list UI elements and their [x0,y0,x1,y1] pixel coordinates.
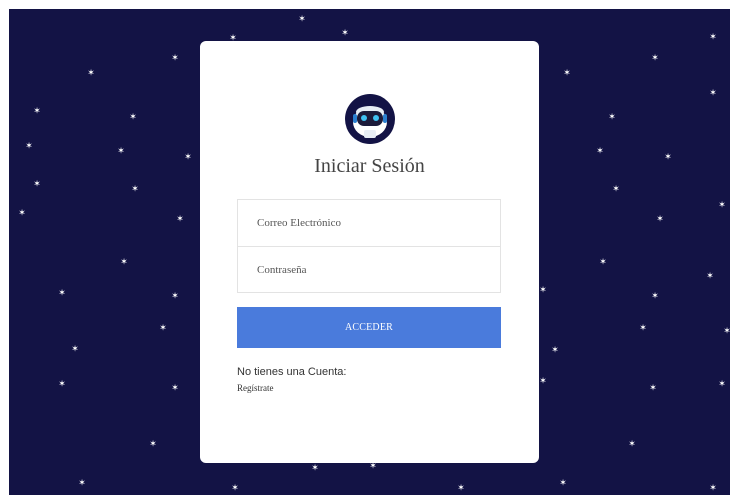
star-icon: ✶ [709,32,717,43]
star-icon: ✶ [608,112,616,123]
star-icon: ✶ [369,461,377,472]
star-icon: ✶ [706,271,714,282]
star-icon: ✶ [596,146,604,157]
page: ✶ ✶ ✶ ✶ ✶ ✶ ✶ ✶ ✶ ✶ ✶ ✶ ✶ ✶ ✶ ✶ ✶ ✶ ✶ ✶ ✶ ✶ ✶ ✶ ✶ ✶ ✶ ✶ ✶ ✶ ✶ ✶ ✶ ✶ ✶ ✶ ✶ ✶ ✶ ✶… [0,0,730,495]
star-icon: ✶ [651,291,659,302]
star-icon: ✶ [171,383,179,394]
star-icon: ✶ [457,483,465,494]
password-field-wrapper [238,246,500,292]
star-icon: ✶ [117,146,125,157]
star-icon: ✶ [612,184,620,195]
star-icon: ✶ [184,152,192,163]
star-icon: ✶ [311,463,319,474]
star-icon: ✶ [18,208,26,219]
star-icon: ✶ [563,68,571,79]
star-icon: ✶ [87,68,95,79]
star-icon: ✶ [58,288,66,299]
star-icon: ✶ [159,323,167,334]
no-account-text: No tienes una Cuenta: [237,366,347,378]
page-title: Iniciar Sesión [314,155,425,177]
star-icon: ✶ [559,478,567,489]
star-icon: ✶ [33,179,41,190]
password-field[interactable] [238,247,500,292]
star-icon: ✶ [649,383,657,394]
star-icon: ✶ [71,344,79,355]
login-form-fields [237,199,501,293]
star-icon: ✶ [25,141,33,152]
star-icon: ✶ [171,53,179,64]
star-icon: ✶ [33,106,41,117]
star-icon: ✶ [639,323,647,334]
star-icon: ✶ [723,326,730,337]
login-button[interactable]: ACCEDER [237,307,501,348]
star-icon: ✶ [656,214,664,225]
star-icon: ✶ [709,88,717,99]
email-field[interactable] [238,200,500,246]
star-icon: ✶ [231,483,239,494]
star-icon: ✶ [131,184,139,195]
star-icon: ✶ [718,200,726,211]
star-icon: ✶ [176,214,184,225]
star-icon: ✶ [298,14,306,25]
star-icon: ✶ [651,53,659,64]
register-link[interactable]: Regístrate [237,383,274,393]
star-icon: ✶ [709,483,717,494]
star-icon: ✶ [539,376,547,387]
email-field-wrapper [238,200,500,246]
star-icon: ✶ [539,285,547,296]
star-icon: ✶ [551,345,559,356]
star-icon: ✶ [171,291,179,302]
star-icon: ✶ [78,478,86,489]
star-icon: ✶ [58,379,66,390]
star-icon: ✶ [129,112,137,123]
login-card: Iniciar Sesión ACCEDER No tienes una Cue… [200,41,539,463]
star-icon: ✶ [341,28,349,39]
star-icon: ✶ [628,439,636,450]
star-icon: ✶ [664,152,672,163]
robot-avatar-icon [343,92,397,146]
star-icon: ✶ [149,439,157,450]
star-icon: ✶ [599,257,607,268]
star-icon: ✶ [718,379,726,390]
star-icon: ✶ [120,257,128,268]
